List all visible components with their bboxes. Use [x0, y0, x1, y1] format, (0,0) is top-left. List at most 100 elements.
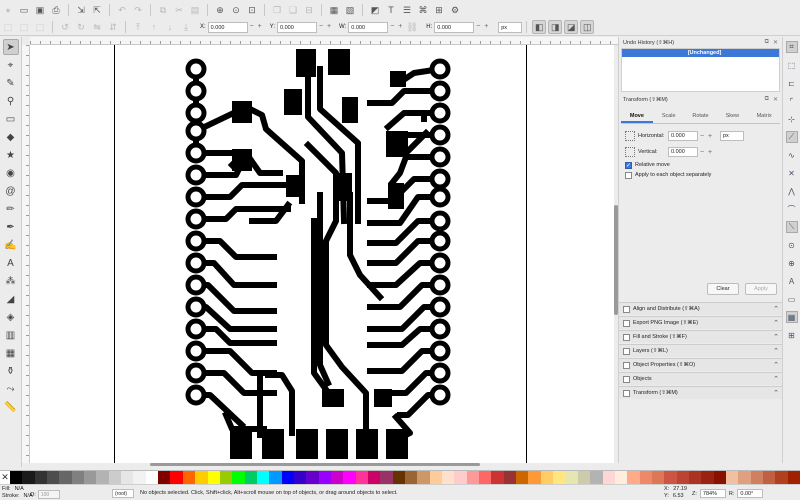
- lock-ratio-icon[interactable]: ⛓: [405, 20, 419, 34]
- selector-tool-icon[interactable]: ➤: [2, 39, 19, 55]
- redo-icon[interactable]: ↷: [131, 3, 145, 17]
- color-swatch[interactable]: [133, 471, 146, 485]
- color-swatch[interactable]: [355, 471, 368, 485]
- color-swatch[interactable]: [121, 471, 134, 485]
- expand-caret-icon[interactable]: ⌃: [773, 319, 779, 327]
- expand-caret-icon[interactable]: ⌃: [773, 347, 779, 355]
- horizontal-ruler[interactable]: [30, 37, 618, 45]
- horizontal-input[interactable]: 0.000: [668, 131, 698, 141]
- duplicate-icon[interactable]: ❐: [270, 3, 284, 17]
- vertical-input[interactable]: 0.000: [668, 147, 698, 157]
- color-swatch[interactable]: [182, 471, 196, 485]
- color-swatch[interactable]: [602, 471, 615, 485]
- fill-stroke-indicator[interactable]: Fill: N/A Stroke: N/A: [2, 486, 33, 500]
- color-swatch[interactable]: [516, 471, 529, 485]
- calligraphy-tool-icon[interactable]: ✍: [3, 237, 19, 253]
- bucket-tool-icon[interactable]: ◈: [3, 309, 19, 325]
- color-swatch[interactable]: [343, 471, 356, 485]
- snap-bbox-edge-icon[interactable]: ⊏: [786, 77, 798, 89]
- new-document-icon[interactable]: ▫: [1, 3, 15, 17]
- color-swatch[interactable]: [528, 471, 541, 485]
- text-tool-icon[interactable]: A: [3, 255, 19, 271]
- tab-scale[interactable]: Scale: [653, 109, 685, 123]
- color-swatch[interactable]: [590, 471, 603, 485]
- fill-stroke-icon[interactable]: ◩: [368, 3, 382, 17]
- h-increment[interactable]: +: [482, 22, 490, 33]
- clone-icon[interactable]: ❏: [286, 3, 300, 17]
- expand-caret-icon[interactable]: ⌃: [773, 375, 779, 383]
- color-swatch[interactable]: [84, 471, 97, 485]
- snap-nodes-icon[interactable]: ⟋: [785, 131, 798, 143]
- color-swatch[interactable]: [750, 471, 763, 485]
- color-swatch[interactable]: [577, 471, 591, 485]
- color-swatch[interactable]: [380, 471, 393, 485]
- color-swatch[interactable]: [170, 471, 183, 485]
- ungroup-icon[interactable]: ▧: [343, 3, 357, 17]
- color-swatch[interactable]: [59, 471, 72, 485]
- color-swatch[interactable]: [392, 471, 405, 485]
- panel-objects[interactable]: Objects ⌃: [619, 372, 783, 385]
- zoom-drawing-icon[interactable]: ⊙: [229, 3, 243, 17]
- select-all-layers-icon[interactable]: ⬚: [17, 20, 31, 34]
- paste-icon[interactable]: ▤: [188, 3, 202, 17]
- color-swatch[interactable]: [639, 471, 652, 485]
- color-swatch[interactable]: [664, 471, 677, 485]
- color-swatch[interactable]: [34, 471, 48, 485]
- apply-button[interactable]: Apply: [745, 283, 777, 295]
- opacity-input[interactable]: 100: [37, 490, 60, 499]
- color-swatch[interactable]: [256, 471, 270, 485]
- drawing-canvas[interactable]: [30, 45, 614, 463]
- zoom-input[interactable]: 784%: [699, 489, 726, 498]
- history-item[interactable]: [Unchanged]: [622, 49, 779, 57]
- flip-vertical-icon[interactable]: ⇵: [106, 20, 120, 34]
- snap-bbox-icon[interactable]: ⬚: [786, 59, 798, 71]
- panel-transform[interactable]: Transform (⇧⌘M) ⌃: [619, 386, 783, 399]
- color-swatch[interactable]: [454, 471, 467, 485]
- w-decrement[interactable]: −: [388, 22, 396, 33]
- w-input[interactable]: 0.000: [348, 21, 389, 33]
- horizontal-scrollbar[interactable]: [30, 463, 614, 467]
- panel-float-icon[interactable]: ⧉: [765, 39, 769, 46]
- panel-fill-stroke[interactable]: Fill and Stroke (⇧⌘F) ⌃: [619, 330, 783, 343]
- select-all-icon[interactable]: ⬚: [1, 20, 15, 34]
- snap-cusp-icon[interactable]: ⋀: [786, 185, 798, 197]
- color-swatch[interactable]: [725, 471, 739, 485]
- color-swatch[interactable]: [442, 471, 455, 485]
- snap-smooth-icon[interactable]: ⌒: [786, 203, 798, 215]
- deselect-icon[interactable]: ⬚: [33, 20, 47, 34]
- zoom-tool-icon[interactable]: ⚲: [3, 93, 19, 109]
- layers-icon[interactable]: ☰: [400, 3, 414, 17]
- color-swatch[interactable]: [195, 471, 208, 485]
- color-swatch[interactable]: [540, 471, 554, 485]
- color-swatch[interactable]: [306, 471, 319, 485]
- snap-bbox-midpoint-icon[interactable]: ⊹: [786, 113, 798, 125]
- zoom-page-icon[interactable]: ⊡: [245, 3, 259, 17]
- color-swatch[interactable]: [676, 471, 689, 485]
- raise-top-icon[interactable]: ⤒: [131, 20, 145, 34]
- cut-icon[interactable]: ✂: [172, 3, 186, 17]
- color-swatch[interactable]: [405, 471, 418, 485]
- snap-guide-icon[interactable]: ⊞: [786, 329, 798, 341]
- mesh-tool-icon[interactable]: ▦: [3, 345, 19, 361]
- spray-tool-icon[interactable]: ⁂: [3, 273, 19, 289]
- horizontal-increment[interactable]: +: [706, 133, 714, 140]
- x-increment[interactable]: +: [256, 22, 264, 33]
- tab-move[interactable]: Move: [621, 109, 653, 123]
- snap-text-baseline-icon[interactable]: A: [786, 275, 798, 287]
- rotate-ccw-icon[interactable]: ↺: [58, 20, 72, 34]
- color-swatch[interactable]: [10, 471, 23, 485]
- pen-tool-icon[interactable]: ✒: [3, 219, 19, 235]
- transform-unit-select[interactable]: px: [720, 131, 744, 141]
- export-icon[interactable]: ⇱: [90, 3, 104, 17]
- flip-horizontal-icon[interactable]: ⇋: [90, 20, 104, 34]
- save-icon[interactable]: ▣: [33, 3, 47, 17]
- dropper-tool-icon[interactable]: ⚱: [3, 363, 19, 379]
- color-swatch[interactable]: [688, 471, 702, 485]
- raise-icon[interactable]: ↑: [147, 20, 161, 34]
- color-swatch[interactable]: [503, 471, 517, 485]
- connector-tool-icon[interactable]: ⤳: [3, 381, 19, 397]
- color-swatch[interactable]: [738, 471, 751, 485]
- xml-editor-icon[interactable]: ⌘: [416, 3, 430, 17]
- color-swatch[interactable]: [232, 471, 245, 485]
- snap-rotation-center-icon[interactable]: ⊕: [786, 257, 798, 269]
